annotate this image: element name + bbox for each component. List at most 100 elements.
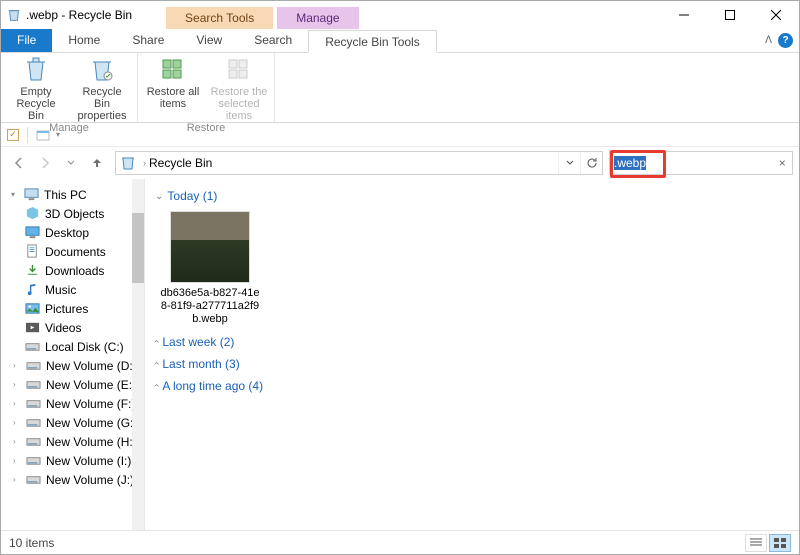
qa-checkbox-icon[interactable]: ✓ bbox=[7, 129, 19, 141]
tree-label: New Volume (D:) bbox=[46, 359, 137, 373]
downloads-icon bbox=[25, 263, 40, 278]
button-label: Restore the selected items bbox=[210, 86, 268, 122]
restore-selected-icon bbox=[224, 55, 254, 85]
nav-up-button[interactable] bbox=[85, 151, 109, 175]
ribbon-collapse-icon[interactable]: ᐱ bbox=[765, 35, 772, 46]
tree-desktop[interactable]: Desktop bbox=[1, 223, 144, 242]
chevron-right-icon[interactable]: › bbox=[13, 475, 21, 484]
tree-scrollbar-thumb[interactable] bbox=[132, 213, 144, 283]
recycle-bin-icon bbox=[120, 155, 136, 171]
recycle-bin-window-icon bbox=[7, 8, 21, 22]
group-label: Today (1) bbox=[167, 189, 217, 203]
chevron-right-icon[interactable]: › bbox=[13, 380, 21, 389]
tree-label: New Volume (G:) bbox=[46, 416, 137, 430]
this-pc-icon bbox=[24, 187, 39, 202]
ribbon-tabs: File Home Share View Search Recycle Bin … bbox=[1, 29, 799, 53]
tree-label: New Volume (F:) bbox=[46, 397, 135, 411]
nav-row: › Recycle Bin × bbox=[1, 147, 799, 179]
tree-new-volume-e[interactable]: ›New Volume (E:) bbox=[1, 375, 144, 394]
button-label: Restore all items bbox=[144, 86, 202, 110]
tree-new-volume-j[interactable]: ›New Volume (J:) bbox=[1, 470, 144, 489]
empty-bin-icon bbox=[21, 55, 51, 85]
tree-label: Desktop bbox=[45, 226, 89, 240]
tab-share[interactable]: Share bbox=[116, 29, 180, 52]
tree-documents[interactable]: Documents bbox=[1, 242, 144, 261]
group-label: A long time ago (4) bbox=[162, 379, 263, 393]
objects3d-icon bbox=[25, 206, 40, 221]
context-tab-search-tools[interactable]: Search Tools bbox=[166, 7, 273, 29]
view-thumbnails-button[interactable] bbox=[769, 534, 791, 552]
file-item[interactable]: db636e5a-b827-41e8-81f9-a277711a2f9b.web… bbox=[155, 207, 265, 331]
group-header-last-month[interactable]: › Last month (3) bbox=[155, 353, 789, 375]
breadcrumb-chevron-icon[interactable]: › bbox=[140, 158, 149, 168]
file-name: db636e5a-b827-41e8-81f9-a277711a2f9b.web… bbox=[159, 287, 261, 327]
tree-downloads[interactable]: Downloads bbox=[1, 261, 144, 280]
search-input[interactable] bbox=[610, 154, 772, 172]
minimize-button[interactable] bbox=[661, 1, 707, 29]
group-header-last-week[interactable]: › Last week (2) bbox=[155, 331, 789, 353]
recycle-bin-properties-button[interactable]: Recycle Bin properties bbox=[73, 55, 131, 122]
tab-recycle-bin-tools[interactable]: Recycle Bin Tools bbox=[308, 30, 437, 53]
view-details-button[interactable] bbox=[745, 534, 767, 552]
tree-new-volume-f[interactable]: › New Volume (F:) bbox=[1, 394, 144, 413]
context-tab-manage[interactable]: Manage bbox=[277, 7, 358, 29]
chevron-right-icon: › bbox=[151, 384, 162, 387]
maximize-button[interactable] bbox=[707, 1, 753, 29]
tree-label: Videos bbox=[45, 321, 81, 335]
tree-this-pc[interactable]: ▾ This PC bbox=[1, 185, 144, 204]
tab-view[interactable]: View bbox=[180, 29, 238, 52]
group-header-long-ago[interactable]: › A long time ago (4) bbox=[155, 375, 789, 397]
help-icon[interactable]: ? bbox=[778, 33, 793, 48]
bin-properties-icon bbox=[87, 55, 117, 85]
breadcrumb-location[interactable]: Recycle Bin bbox=[149, 156, 212, 170]
refresh-button[interactable] bbox=[580, 152, 602, 174]
tree-label: Documents bbox=[45, 245, 106, 259]
chevron-right-icon[interactable]: › bbox=[13, 399, 21, 408]
chevron-right-icon[interactable]: › bbox=[13, 456, 21, 465]
tree-new-volume-i[interactable]: › New Volume (I:) bbox=[1, 451, 144, 470]
nav-recent-dropdown[interactable] bbox=[59, 151, 83, 175]
music-icon bbox=[25, 282, 40, 297]
tree-new-volume-h[interactable]: ›New Volume (H:) bbox=[1, 432, 144, 451]
disk-icon bbox=[26, 472, 41, 487]
tree-label: Pictures bbox=[45, 302, 88, 316]
tab-home[interactable]: Home bbox=[52, 29, 116, 52]
group-header-today[interactable]: ⌄ Today (1) bbox=[155, 185, 789, 207]
group-label: Last week (2) bbox=[162, 335, 234, 349]
address-dropdown-icon[interactable] bbox=[558, 152, 580, 174]
tree-new-volume-d[interactable]: › New Volume (D:) bbox=[1, 356, 144, 375]
qa-dropdown-icon[interactable]: ▾ bbox=[56, 130, 60, 139]
clear-search-button[interactable]: × bbox=[772, 156, 792, 170]
disk-icon bbox=[26, 434, 41, 449]
disk-icon bbox=[26, 453, 41, 468]
restore-all-items-button[interactable]: Restore all items bbox=[144, 55, 202, 122]
nav-forward-button[interactable] bbox=[33, 151, 57, 175]
tree-videos[interactable]: Videos bbox=[1, 318, 144, 337]
tree-music[interactable]: Music bbox=[1, 280, 144, 299]
tab-file[interactable]: File bbox=[1, 29, 52, 52]
chevron-right-icon[interactable]: › bbox=[13, 437, 21, 446]
chevron-down-icon[interactable]: ▾ bbox=[11, 190, 19, 199]
disk-icon bbox=[26, 396, 41, 411]
nav-back-button[interactable] bbox=[7, 151, 31, 175]
navigation-tree[interactable]: ▾ This PC 3D Objects Desktop Documents D… bbox=[1, 179, 145, 530]
tab-search[interactable]: Search bbox=[238, 29, 308, 52]
tree-label: New Volume (I:) bbox=[46, 454, 131, 468]
group-label: Last month (3) bbox=[162, 357, 239, 371]
ribbon: Empty Recycle Bin Recycle Bin properties… bbox=[1, 53, 799, 123]
chevron-right-icon[interactable]: › bbox=[13, 361, 21, 370]
qa-folder-icon[interactable] bbox=[36, 127, 52, 143]
chevron-right-icon[interactable]: › bbox=[13, 418, 21, 427]
tree-pictures[interactable]: Pictures bbox=[1, 299, 144, 318]
empty-recycle-bin-button[interactable]: Empty Recycle Bin bbox=[7, 55, 65, 122]
button-label: Recycle Bin properties bbox=[73, 86, 131, 122]
close-button[interactable] bbox=[753, 1, 799, 29]
search-box[interactable]: × bbox=[609, 151, 793, 175]
tree-label: 3D Objects bbox=[45, 207, 104, 221]
tree-local-disk-c[interactable]: Local Disk (C:) bbox=[1, 337, 144, 356]
address-bar[interactable]: › Recycle Bin bbox=[115, 151, 603, 175]
tree-3d-objects[interactable]: 3D Objects bbox=[1, 204, 144, 223]
tree-new-volume-g[interactable]: › New Volume (G:) bbox=[1, 413, 144, 432]
content-pane[interactable]: ⌄ Today (1) db636e5a-b827-41e8-81f9-a277… bbox=[145, 179, 799, 530]
window-title: .webp - Recycle Bin bbox=[26, 8, 162, 22]
